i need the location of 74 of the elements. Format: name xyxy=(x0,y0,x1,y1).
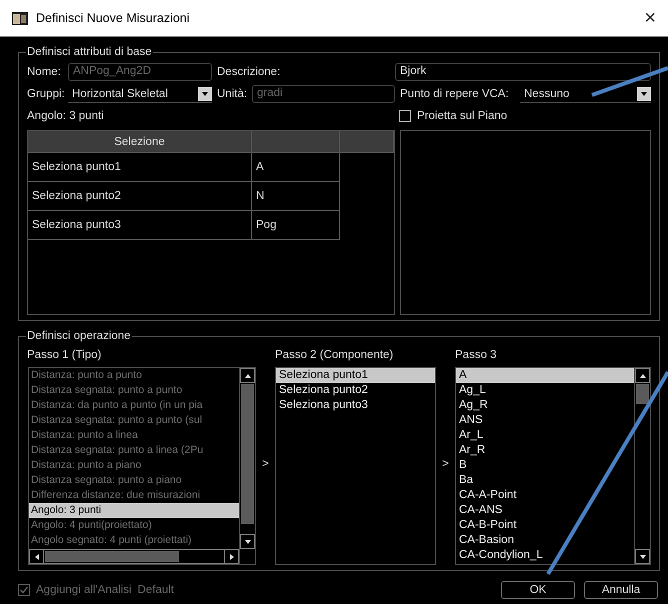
list-item[interactable]: Seleziona punto3 xyxy=(276,398,435,413)
scroll-left-button[interactable] xyxy=(29,549,44,564)
list-item[interactable]: CA-Condylion_L xyxy=(456,548,634,563)
table-cell: N xyxy=(252,182,340,211)
list-item[interactable]: B xyxy=(456,458,634,473)
field-label: Punto di repere VCA: xyxy=(399,88,510,100)
table-cell: Seleziona punto1 xyxy=(28,153,252,182)
default-label: Default xyxy=(138,584,174,596)
column-header: Selezione xyxy=(28,131,252,153)
triangle-up-icon xyxy=(244,372,252,380)
group-title: Definisci attributi di base xyxy=(26,46,153,58)
list-item[interactable]: Ag_R xyxy=(456,398,634,413)
dropdown[interactable]: Nessuno xyxy=(520,85,651,103)
list-item[interactable]: CA-Basion xyxy=(456,533,634,548)
vertical-scrollbar[interactable] xyxy=(634,368,650,564)
list-item[interactable]: Angolo: 3 punti xyxy=(29,503,239,518)
dropdown-button[interactable] xyxy=(637,86,651,100)
field-label: Nome: xyxy=(27,66,62,78)
scrollbar-thumb[interactable] xyxy=(636,384,649,404)
vertical-scrollbar[interactable] xyxy=(239,368,255,549)
list-item[interactable]: Ba xyxy=(456,473,634,488)
type-label: Angolo: 3 punti xyxy=(27,110,105,122)
list-item[interactable]: Ar_R xyxy=(456,443,634,458)
scrollbar-thumb[interactable] xyxy=(241,384,254,524)
app-icon xyxy=(12,10,28,26)
step-label: Passo 1 (Tipo) xyxy=(27,349,102,363)
dropdown[interactable]: Horizontal Skeletal xyxy=(68,85,212,103)
input-field[interactable]: Bjork xyxy=(395,63,651,81)
list-item[interactable]: Ar_L xyxy=(456,428,634,443)
arrow-label: > xyxy=(261,457,270,472)
triangle-down-icon xyxy=(201,90,209,98)
list-item[interactable]: Seleziona punto1 xyxy=(276,368,435,383)
disabled-field: ANPog_Ang2D xyxy=(68,63,212,81)
list-item[interactable]: ANS xyxy=(456,413,634,428)
triangle-right-icon xyxy=(228,552,236,560)
triangle-left-icon xyxy=(32,552,40,560)
dialog-button[interactable]: Annulla xyxy=(584,581,658,599)
triangle-down-icon xyxy=(638,552,646,560)
scroll-up-button[interactable] xyxy=(635,368,650,383)
field-label: Gruppi: xyxy=(27,88,66,100)
list-item[interactable]: Seleziona punto2 xyxy=(276,383,435,398)
scroll-right-button[interactable] xyxy=(224,549,239,564)
field-label: Unità: xyxy=(216,88,248,100)
step-label: Passo 2 (Componente) xyxy=(275,349,394,363)
field-label: Descrizione: xyxy=(216,66,282,78)
scrollbar-thumb[interactable] xyxy=(45,551,178,562)
checkbox-label: Proietta sul Piano xyxy=(417,110,508,122)
window-title: Definisci Nuove Misurazioni xyxy=(36,11,191,25)
triangle-down-icon xyxy=(640,90,648,98)
scroll-down-button[interactable] xyxy=(240,534,255,549)
close-button[interactable]: × xyxy=(642,8,658,28)
triangle-down-icon xyxy=(244,538,252,546)
triangle-up-icon xyxy=(638,372,646,380)
disabled-field: gradi xyxy=(252,85,395,103)
checkbox[interactable] xyxy=(399,110,411,122)
dialog-button[interactable]: OK xyxy=(501,581,575,599)
step-label: Passo 3 xyxy=(455,349,498,363)
table-cell: Seleziona punto3 xyxy=(28,211,252,240)
checkbox-label: Aggiungi all'Analisi xyxy=(36,584,132,596)
dropdown-button[interactable] xyxy=(198,86,212,100)
list-item[interactable]: CA-A-Point xyxy=(456,488,634,503)
scroll-down-button[interactable] xyxy=(635,549,650,564)
dropdown-value: Horizontal Skeletal xyxy=(72,88,169,100)
dropdown-value: Nessuno xyxy=(524,88,570,100)
table-cell: Pog xyxy=(252,211,340,240)
scroll-up-button[interactable] xyxy=(240,368,255,383)
table-cell: A xyxy=(252,153,340,182)
list-item[interactable]: CA-B-Point xyxy=(456,518,634,533)
list-item[interactable]: CA-ANS xyxy=(456,503,634,518)
arrow-label: > xyxy=(441,457,450,472)
table-cell: Seleziona punto2 xyxy=(28,182,252,211)
group-title: Definisci operazione xyxy=(26,330,132,342)
list-item[interactable]: Ag_L xyxy=(456,383,634,398)
list-item[interactable]: A xyxy=(456,368,634,383)
